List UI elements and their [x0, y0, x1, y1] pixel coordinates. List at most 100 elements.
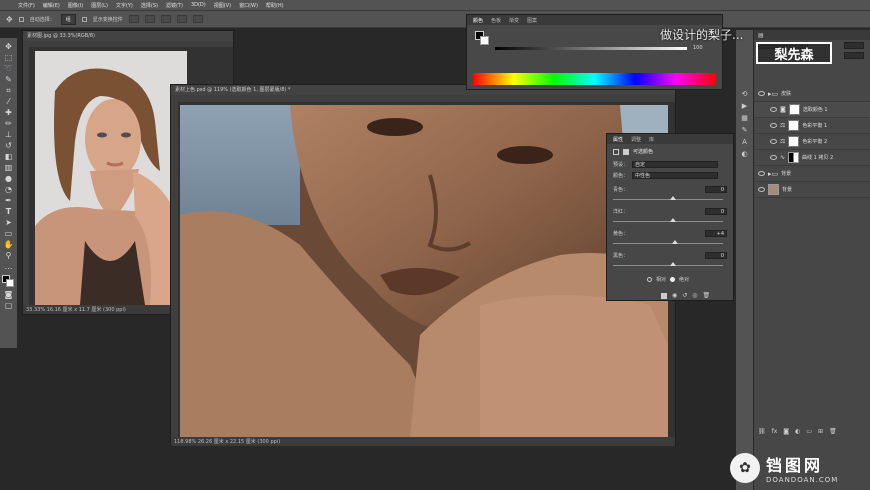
move-tool-icon[interactable]: ✥ [6, 15, 13, 24]
slider-cyan[interactable]: 青色： 0 [607, 181, 733, 204]
menu-select[interactable]: 选择(S) [141, 2, 158, 9]
dodge-icon[interactable]: ◔ [3, 185, 14, 194]
brightness-value[interactable]: 100 [693, 45, 703, 51]
stamp-icon[interactable]: ⊥ [3, 130, 14, 139]
color-select[interactable]: 中性色 [632, 172, 719, 179]
cyan-knob[interactable] [670, 196, 676, 200]
healing-icon[interactable]: ✚ [3, 108, 14, 117]
visibility-eye-icon[interactable] [770, 139, 777, 144]
visibility-eye-icon[interactable] [770, 107, 777, 112]
marquee-icon[interactable]: ⬚ [3, 53, 14, 62]
magenta-knob[interactable] [670, 218, 676, 222]
menu-type[interactable]: 文字(Y) [116, 2, 133, 9]
shape-icon[interactable]: ▭ [3, 229, 14, 238]
move-icon[interactable]: ✥ [3, 42, 14, 51]
document-tab-original[interactable]: 素材图.jpg @ 33.3%(RGB/8) [23, 31, 233, 41]
radio-relative[interactable] [647, 277, 652, 282]
slider-magenta[interactable]: 洋红： 0 [607, 204, 733, 226]
menu-file[interactable]: 文件(F) [18, 2, 35, 9]
adjust-icon[interactable]: ◐ [741, 150, 747, 158]
foreground-background-swatch[interactable] [2, 275, 15, 288]
lasso-icon[interactable]: ➰ [3, 64, 14, 73]
layer-mask-thumbnail[interactable] [788, 136, 800, 147]
align-right-button[interactable] [160, 15, 171, 23]
crop-icon[interactable]: ⌗ [3, 86, 14, 95]
tab-adjustments[interactable]: 调整 [631, 136, 641, 143]
layer-row[interactable]: 背景 [754, 182, 870, 198]
group-select[interactable]: 组 [60, 13, 76, 25]
new-layer-icon[interactable]: ⊞ [818, 428, 823, 435]
visibility-icon[interactable]: ◎ [692, 292, 697, 299]
show-transform-checkbox[interactable] [81, 16, 87, 22]
clip-icon[interactable] [661, 292, 667, 299]
add-mask-icon[interactable]: ◙ [783, 428, 789, 435]
visibility-eye-icon[interactable] [758, 171, 765, 176]
spectrum-bar[interactable] [473, 73, 716, 85]
character-icon[interactable]: A [742, 138, 747, 146]
fill-field[interactable] [844, 51, 864, 59]
swatches-icon[interactable]: ▦ [741, 114, 748, 122]
trash-icon[interactable]: 🗑 [829, 428, 837, 435]
blur-icon[interactable]: ● [3, 174, 14, 183]
eraser-icon[interactable]: ◧ [3, 152, 14, 161]
fx-icon[interactable]: fx [772, 428, 778, 435]
tab-gradients[interactable]: 渐变 [509, 17, 519, 24]
opacity-field[interactable] [844, 41, 864, 49]
quick-select-icon[interactable]: ✎ [3, 75, 14, 84]
align-left-button[interactable] [128, 15, 139, 23]
layer-row[interactable]: ∿ 曲线 1 拷贝 2 [754, 150, 870, 166]
layer-row[interactable]: ▸▭ 背景 [754, 166, 870, 182]
tab-properties[interactable]: 属性 [613, 136, 623, 143]
yellow-value[interactable]: +4 [705, 230, 727, 237]
reset-icon[interactable]: ↺ [682, 292, 687, 299]
magenta-value[interactable]: 0 [705, 208, 727, 215]
screen-mode-icon[interactable]: ▢ [3, 301, 14, 310]
tab-color[interactable]: 颜色 [473, 17, 483, 24]
menu-view[interactable]: 视图(V) [214, 2, 231, 9]
menu-window[interactable]: 窗口(W) [239, 2, 258, 9]
layer-mask-thumbnail[interactable] [788, 120, 800, 131]
tab-patterns[interactable]: 图案 [527, 17, 537, 24]
pen-icon[interactable]: ✒ [3, 196, 14, 205]
zoom-icon[interactable]: ⚲ [3, 251, 14, 260]
gradient-icon[interactable]: ▥ [3, 163, 14, 172]
brightness-slider[interactable] [495, 47, 687, 50]
new-group-icon[interactable]: ▭ [806, 428, 812, 435]
view-previous-icon[interactable]: ◉ [672, 292, 677, 299]
type-icon[interactable]: T [3, 207, 14, 216]
layer-row[interactable]: ▸▭ 皮肤 [754, 86, 870, 102]
radio-absolute[interactable] [670, 277, 676, 282]
3d-mode-button[interactable] [192, 15, 203, 23]
menu-layer[interactable]: 图层(L) [91, 2, 108, 9]
hand-icon[interactable]: ✋ [3, 240, 14, 249]
menu-3d[interactable]: 3D(D) [191, 2, 206, 8]
mask-icon[interactable] [623, 148, 629, 155]
quick-mask-icon[interactable]: ◙ [3, 290, 14, 299]
layer-mask-thumbnail[interactable] [788, 152, 800, 163]
visibility-eye-icon[interactable] [770, 123, 777, 128]
layer-mask-thumbnail[interactable] [788, 104, 800, 115]
layer-row[interactable]: ⚖ 色彩平衡 1 [754, 118, 870, 134]
filter-icon[interactable]: ▤ [758, 32, 764, 39]
black-knob[interactable] [670, 262, 676, 266]
visibility-eye-icon[interactable] [758, 187, 765, 192]
eyedropper-icon[interactable]: ⁄ [3, 97, 14, 106]
menu-filter[interactable]: 滤镜(T) [166, 2, 183, 9]
distribute-button[interactable] [176, 15, 187, 23]
menu-help[interactable]: 帮助(H) [266, 2, 284, 9]
brush-icon[interactable]: ✏ [3, 119, 14, 128]
new-adjustment-icon[interactable]: ◐ [795, 428, 800, 435]
color-swatch-bg[interactable] [480, 36, 489, 45]
document-window-retouched[interactable]: 素材上色.psd @ 119% (选取颜色 1, 图层蒙版/8) * 118.9… [170, 84, 676, 446]
link-icon[interactable]: ⛓ [758, 428, 766, 435]
history-brush-icon[interactable]: ↺ [3, 141, 14, 150]
more-tools-icon[interactable]: … [3, 262, 14, 271]
yellow-knob[interactable] [672, 240, 678, 244]
slider-black[interactable]: 黑色： 0 [607, 248, 733, 270]
black-value[interactable]: 0 [705, 252, 727, 259]
layer-row-selected[interactable]: ◙ 选取颜色 1 [754, 102, 870, 118]
tab-swatches[interactable]: 色板 [491, 17, 501, 24]
menu-image[interactable]: 图像(I) [68, 2, 83, 9]
visibility-eye-icon[interactable] [770, 155, 777, 160]
tab-libraries[interactable]: 库 [649, 136, 654, 143]
